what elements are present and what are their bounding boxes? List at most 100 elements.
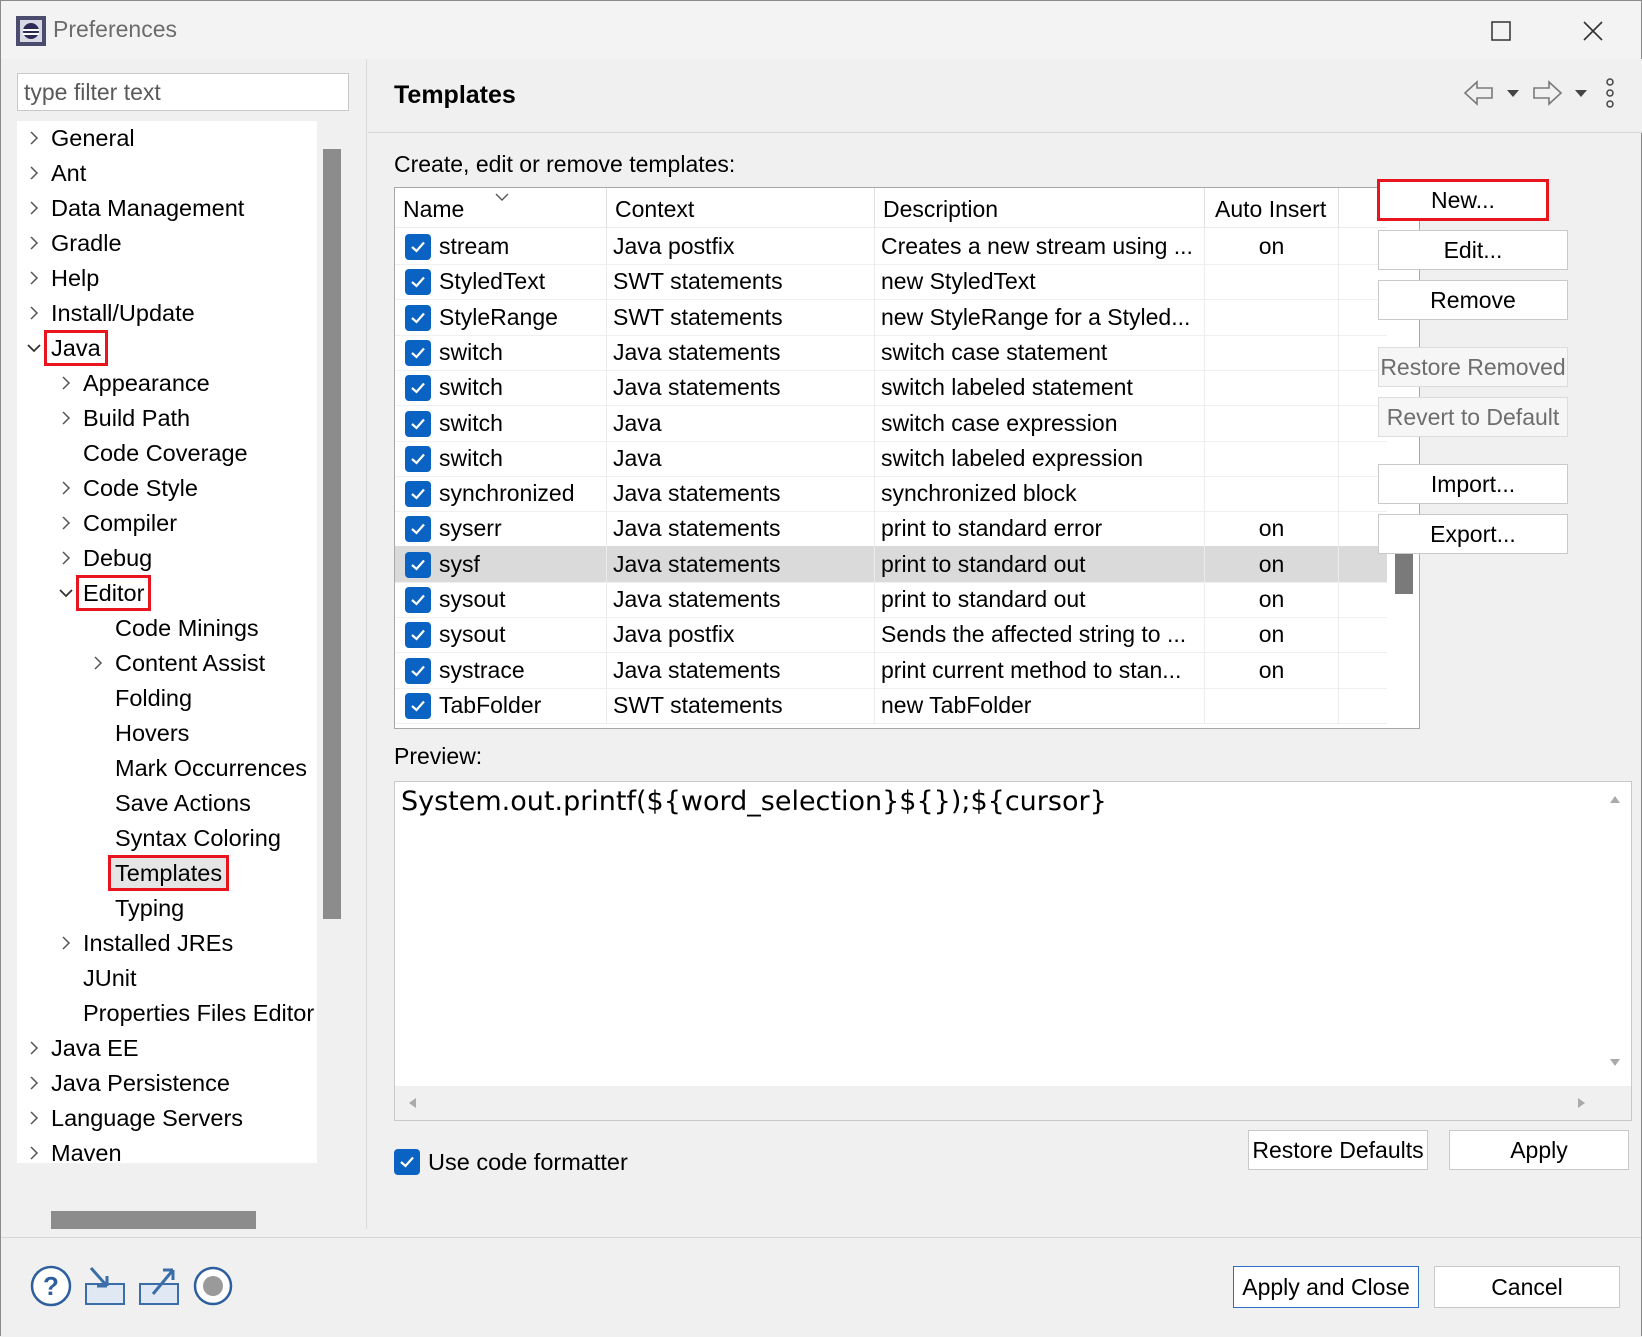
- row-enabled-checkbox[interactable]: [405, 692, 431, 719]
- tree-item-typing[interactable]: Typing: [17, 891, 317, 925]
- table-row[interactable]: sysout Java postfix Sends the affected str…: [395, 616, 1387, 654]
- apply-and-close-button[interactable]: Apply and Close: [1233, 1266, 1419, 1308]
- forward-dropdown-icon[interactable]: [1572, 78, 1590, 108]
- forward-arrow-icon[interactable]: [1530, 78, 1564, 108]
- row-enabled-checkbox[interactable]: [405, 622, 431, 649]
- tree-item-java-persistence[interactable]: Java Persistence: [17, 1066, 317, 1100]
- tree-item-appearance[interactable]: Appearance: [17, 366, 317, 400]
- chevron-right-icon[interactable]: [89, 646, 107, 680]
- chevron-right-icon[interactable]: [57, 366, 75, 400]
- checkbox-checked-icon[interactable]: [394, 1149, 420, 1175]
- row-enabled-checkbox[interactable]: [405, 551, 431, 578]
- tree-item-code-style[interactable]: Code Style: [17, 471, 317, 505]
- maximize-button[interactable]: [1471, 11, 1531, 51]
- remove-button[interactable]: Remove: [1378, 280, 1568, 320]
- tree-item-install-update[interactable]: Install/Update: [17, 296, 317, 330]
- export-button[interactable]: Export...: [1378, 514, 1568, 554]
- help-icon[interactable]: ?: [29, 1264, 73, 1308]
- row-enabled-checkbox[interactable]: [405, 269, 431, 296]
- chevron-right-icon[interactable]: [25, 1031, 43, 1065]
- preview-scroll-left-icon[interactable]: [407, 1097, 417, 1109]
- table-row[interactable]: sysf Java statements print to standard out…: [395, 545, 1387, 583]
- chevron-right-icon[interactable]: [57, 926, 75, 960]
- tree-item-java-ee[interactable]: Java EE: [17, 1031, 317, 1065]
- row-enabled-checkbox[interactable]: [405, 234, 431, 260]
- table-row[interactable]: sysout Java statements print to standard o…: [395, 581, 1387, 618]
- chevron-right-icon[interactable]: [25, 191, 43, 225]
- tree-item-hovers[interactable]: Hovers: [17, 716, 317, 750]
- edit-button[interactable]: Edit...: [1378, 230, 1568, 270]
- tree-item-mark-occurrences[interactable]: Mark Occurrences: [17, 751, 317, 785]
- tree-item-language-servers[interactable]: Language Servers: [17, 1101, 317, 1135]
- tree-item-help[interactable]: Help: [17, 261, 317, 295]
- restore-defaults-button[interactable]: Restore Defaults: [1248, 1130, 1428, 1170]
- tree-item-ant[interactable]: Ant: [17, 156, 317, 190]
- row-enabled-checkbox[interactable]: [405, 375, 431, 402]
- new-button[interactable]: New...: [1377, 179, 1549, 221]
- row-enabled-checkbox[interactable]: [405, 516, 431, 543]
- close-button[interactable]: [1563, 11, 1623, 51]
- preview-horizontal-scrollbar[interactable]: [395, 1086, 1631, 1120]
- tree-item-syntax-coloring[interactable]: Syntax Coloring: [17, 821, 317, 855]
- column-header-name[interactable]: Name: [395, 188, 607, 228]
- table-row[interactable]: switch Java switch case expression: [395, 404, 1387, 442]
- column-header-auto-insert[interactable]: Auto Insert: [1205, 188, 1339, 228]
- preview-scroll-right-icon[interactable]: [1577, 1097, 1587, 1109]
- import-button[interactable]: Import...: [1378, 464, 1568, 504]
- tree-horizontal-scrollbar[interactable]: [51, 1211, 256, 1229]
- preview-scroll-down-icon[interactable]: [1609, 1058, 1621, 1068]
- chevron-right-icon[interactable]: [57, 471, 75, 505]
- table-row[interactable]: switch Java statements switch labeled stat…: [395, 369, 1387, 407]
- cancel-button[interactable]: Cancel: [1434, 1266, 1620, 1308]
- tree-item-code-coverage[interactable]: Code Coverage: [17, 436, 317, 470]
- tree-item-gradle[interactable]: Gradle: [17, 226, 317, 260]
- tree-item-save-actions[interactable]: Save Actions: [17, 786, 317, 820]
- revert-to-default-button[interactable]: Revert to Default: [1378, 397, 1568, 437]
- chevron-right-icon[interactable]: [25, 296, 43, 330]
- record-icon[interactable]: [191, 1264, 235, 1308]
- export-preferences-icon[interactable]: [137, 1264, 181, 1308]
- tree-item-data-management[interactable]: Data Management: [17, 191, 317, 225]
- tree-item-code-minings[interactable]: Code Minings: [17, 611, 317, 645]
- restore-removed-button[interactable]: Restore Removed: [1378, 347, 1568, 387]
- back-dropdown-icon[interactable]: [1504, 78, 1522, 108]
- row-enabled-checkbox[interactable]: [405, 410, 431, 437]
- tree-vertical-scrollbar[interactable]: [323, 149, 341, 919]
- tree-item-templates[interactable]: Templates: [17, 855, 317, 891]
- chevron-right-icon[interactable]: [25, 156, 43, 190]
- tree-item-maven[interactable]: Maven: [17, 1136, 317, 1163]
- view-menu-icon[interactable]: [1598, 76, 1622, 110]
- table-row[interactable]: systrace Java statements print current met…: [395, 651, 1387, 689]
- row-enabled-checkbox[interactable]: [405, 304, 431, 331]
- chevron-right-icon[interactable]: [25, 1066, 43, 1100]
- tree-item-editor[interactable]: Editor: [17, 575, 317, 611]
- tree-item-properties-files-editor[interactable]: Properties Files Editor: [17, 996, 317, 1030]
- chevron-right-icon[interactable]: [25, 261, 43, 295]
- import-preferences-icon[interactable]: [83, 1264, 127, 1308]
- tree-item-compiler[interactable]: Compiler: [17, 506, 317, 540]
- tree-item-installed-jres[interactable]: Installed JREs: [17, 926, 317, 960]
- tree-item-general[interactable]: General: [17, 121, 317, 155]
- table-row[interactable]: synchronized Java statements synchronized …: [395, 475, 1387, 513]
- tree-item-junit[interactable]: JUnit: [17, 961, 317, 995]
- row-enabled-checkbox[interactable]: [405, 339, 431, 366]
- table-row[interactable]: switch Java statements switch case stateme…: [395, 333, 1387, 371]
- chevron-right-icon[interactable]: [25, 1136, 43, 1163]
- table-row[interactable]: StyledText SWT statements new StyledText: [395, 263, 1387, 301]
- chevron-right-icon[interactable]: [25, 226, 43, 260]
- preview-area[interactable]: System.out.printf(${word_selection}${});…: [394, 781, 1632, 1121]
- tree-item-content-assist[interactable]: Content Assist: [17, 646, 317, 680]
- column-header-context[interactable]: Context: [607, 188, 875, 228]
- row-enabled-checkbox[interactable]: [405, 587, 431, 613]
- chevron-right-icon[interactable]: [25, 121, 43, 155]
- tree-item-folding[interactable]: Folding: [17, 681, 317, 715]
- table-row[interactable]: TabFolder SWT statements new TabFolder: [395, 686, 1387, 724]
- table-row[interactable]: switch Java switch labeled expression: [395, 439, 1387, 477]
- chevron-right-icon[interactable]: [57, 541, 75, 575]
- preview-scroll-up-icon[interactable]: [1609, 794, 1621, 804]
- row-enabled-checkbox[interactable]: [405, 481, 431, 508]
- chevron-right-icon[interactable]: [57, 506, 75, 540]
- row-enabled-checkbox[interactable]: [405, 445, 431, 472]
- table-row[interactable]: syserr Java statements print to standard e…: [395, 510, 1387, 548]
- table-row[interactable]: StyleRange SWT statements new StyleRange f…: [395, 298, 1387, 336]
